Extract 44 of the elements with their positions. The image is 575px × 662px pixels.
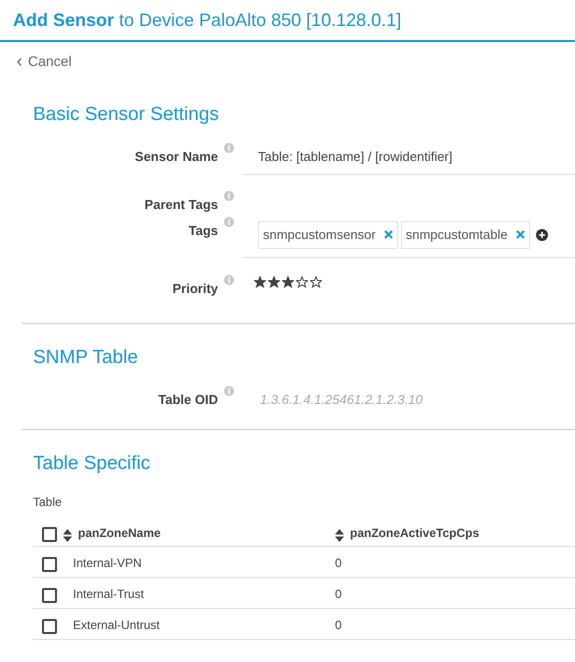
- add-icon[interactable]: [536, 228, 548, 240]
- cancel-link[interactable]: Cancel: [17, 51, 72, 72]
- field-label: Tags: [188, 222, 218, 240]
- table-cell-text: External-Untrust: [73, 616, 160, 634]
- column-header[interactable]: panZoneActiveTcpCps: [350, 524, 480, 542]
- tags-field[interactable]: snmpcustomsensor snmpcustomtable: [242, 220, 575, 258]
- info-icon: [224, 274, 234, 284]
- field-label: Table OID: [158, 390, 218, 408]
- section-heading: Basic Sensor Settings: [33, 103, 220, 127]
- checkbox[interactable]: [42, 526, 57, 542]
- table-cell-text: 0: [335, 586, 342, 602]
- tag-label: snmpcustomtable: [406, 226, 508, 244]
- filled-star-icon[interactable]: [254, 276, 266, 288]
- field-label: Parent Tags: [144, 196, 218, 214]
- table-cell-text: Internal-Trust: [73, 586, 144, 602]
- checkbox[interactable]: [42, 588, 57, 602]
- filled-star-icon[interactable]: [282, 276, 294, 288]
- section-heading: SNMP Table: [33, 346, 139, 370]
- close-icon[interactable]: [516, 230, 525, 239]
- close-icon[interactable]: [384, 230, 393, 239]
- filled-star-icon[interactable]: [268, 276, 280, 288]
- checkbox[interactable]: [42, 556, 57, 572]
- table-label: Table: [33, 494, 63, 510]
- sensor-name-field[interactable]: Table: [tablename] / [rowidentifier]: [242, 146, 575, 174]
- table-cell-text: Internal-VPN: [73, 554, 142, 572]
- tag-label: snmpcustomsensor: [263, 226, 376, 244]
- table-cell-text: 0: [335, 554, 342, 572]
- column-header[interactable]: panZoneName: [78, 524, 161, 542]
- sort-icon[interactable]: [63, 528, 72, 542]
- sort-icon[interactable]: [335, 528, 344, 542]
- empty-star-icon[interactable]: [296, 276, 308, 288]
- page-title: Add Sensor to Device PaloAlto 850 [10.128.0.1]: [13, 8, 402, 32]
- empty-star-icon[interactable]: [310, 276, 322, 288]
- chevron-left-icon: [17, 58, 22, 66]
- info-icon: [224, 142, 234, 152]
- field-label: Priority: [172, 280, 218, 298]
- info-icon: [224, 216, 234, 226]
- info-icon: [224, 386, 234, 396]
- table-oid-value: 1.3.6.1.4.1.25461.2.1.2.3.10: [259, 390, 423, 408]
- checkbox[interactable]: [42, 618, 57, 634]
- info-icon: [224, 190, 234, 200]
- section-heading: Table Specific: [33, 452, 152, 476]
- field-label: Sensor Name: [134, 148, 218, 166]
- table-cell-text: 0: [335, 616, 342, 634]
